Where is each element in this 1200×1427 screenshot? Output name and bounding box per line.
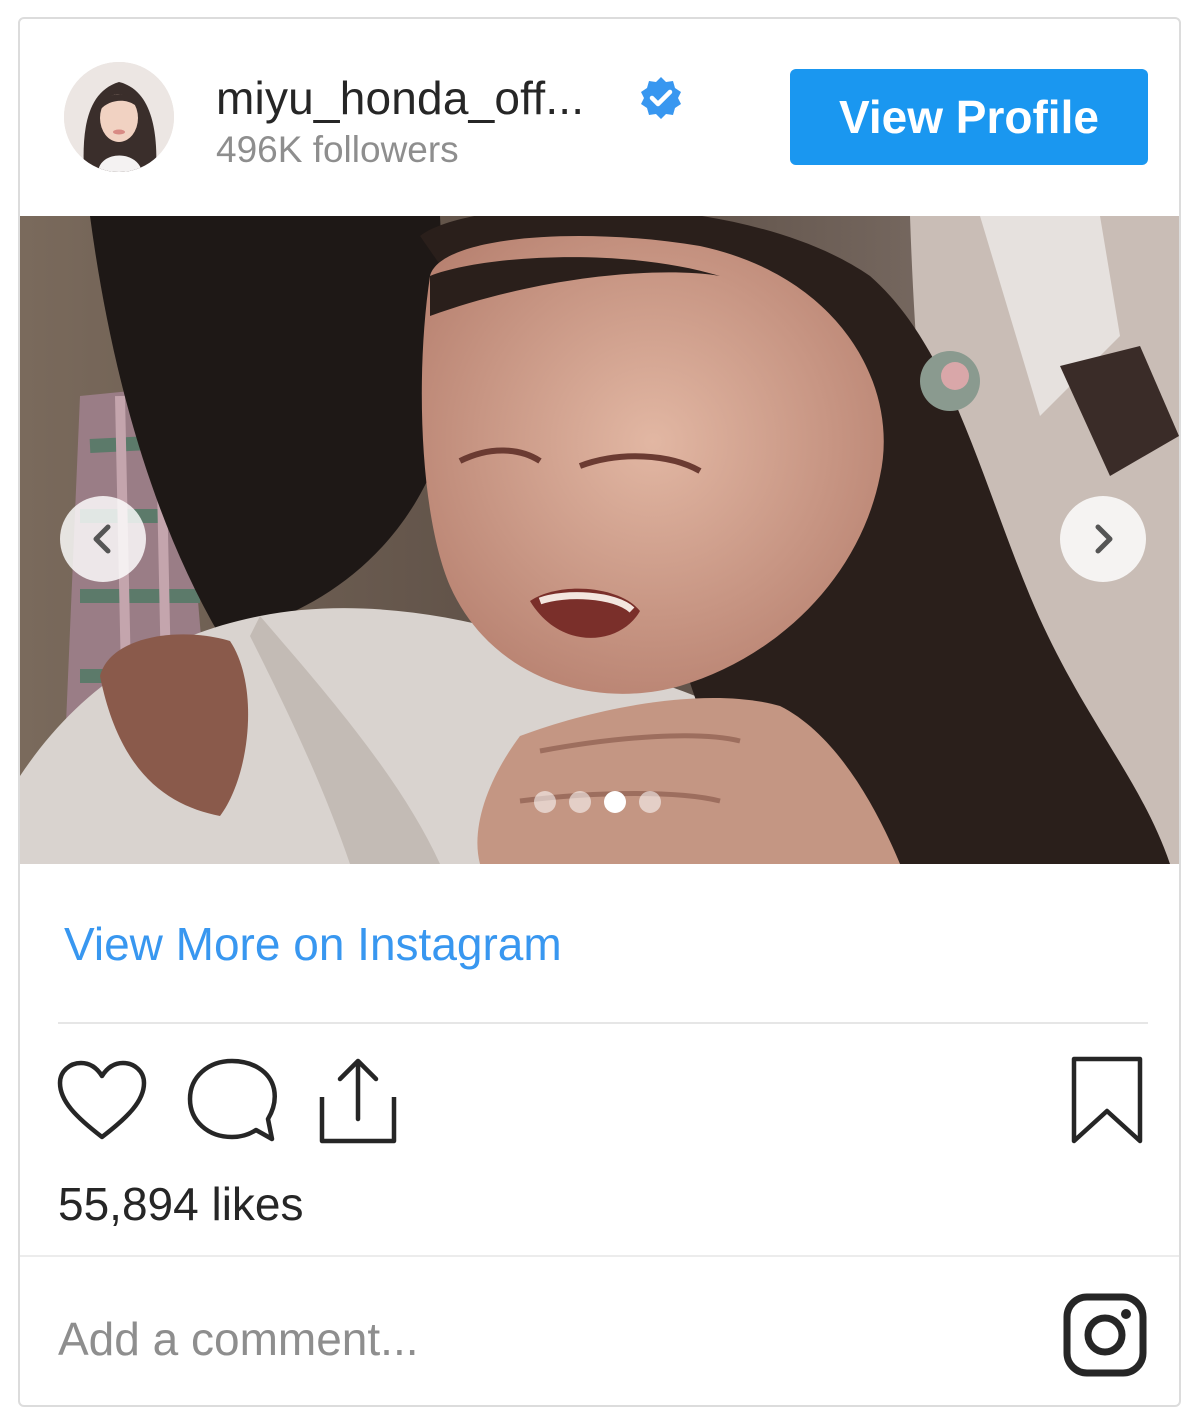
avatar[interactable] bbox=[64, 62, 174, 172]
save-button[interactable] bbox=[1070, 1055, 1144, 1148]
heart-icon bbox=[57, 1060, 147, 1140]
username[interactable]: miyu_honda_off... bbox=[216, 71, 584, 125]
like-button[interactable] bbox=[56, 1059, 148, 1146]
post-photo bbox=[20, 216, 1179, 864]
verified-badge-icon bbox=[638, 75, 684, 121]
instagram-icon[interactable] bbox=[1063, 1293, 1147, 1377]
carousel-indicator bbox=[534, 791, 661, 813]
follower-count: 496K followers bbox=[216, 129, 459, 170]
view-more-on-instagram-link[interactable]: View More on Instagram bbox=[64, 917, 562, 971]
previous-slide-button[interactable] bbox=[60, 496, 146, 582]
comment-icon bbox=[187, 1058, 277, 1142]
comment-button[interactable] bbox=[186, 1057, 278, 1148]
view-profile-button[interactable]: View Profile bbox=[790, 69, 1148, 165]
carousel-dot bbox=[569, 791, 591, 813]
post-image-carousel[interactable] bbox=[20, 216, 1179, 864]
carousel-dot bbox=[639, 791, 661, 813]
bookmark-icon bbox=[1071, 1056, 1143, 1144]
add-comment-field[interactable]: Add a comment... bbox=[58, 1312, 419, 1366]
like-count: 55,894 likes bbox=[58, 1178, 304, 1230]
carousel-dot-active bbox=[604, 791, 626, 813]
chevron-right-icon bbox=[1095, 524, 1113, 554]
instagram-embed-card: miyu_honda_off... 496K followers View Pr… bbox=[18, 17, 1181, 1407]
share-button[interactable] bbox=[316, 1057, 400, 1148]
carousel-dot bbox=[534, 791, 556, 813]
divider bbox=[20, 1255, 1179, 1257]
chevron-left-icon bbox=[93, 524, 111, 554]
share-icon bbox=[319, 1058, 397, 1144]
divider bbox=[58, 1022, 1148, 1024]
next-slide-button[interactable] bbox=[1060, 496, 1146, 582]
